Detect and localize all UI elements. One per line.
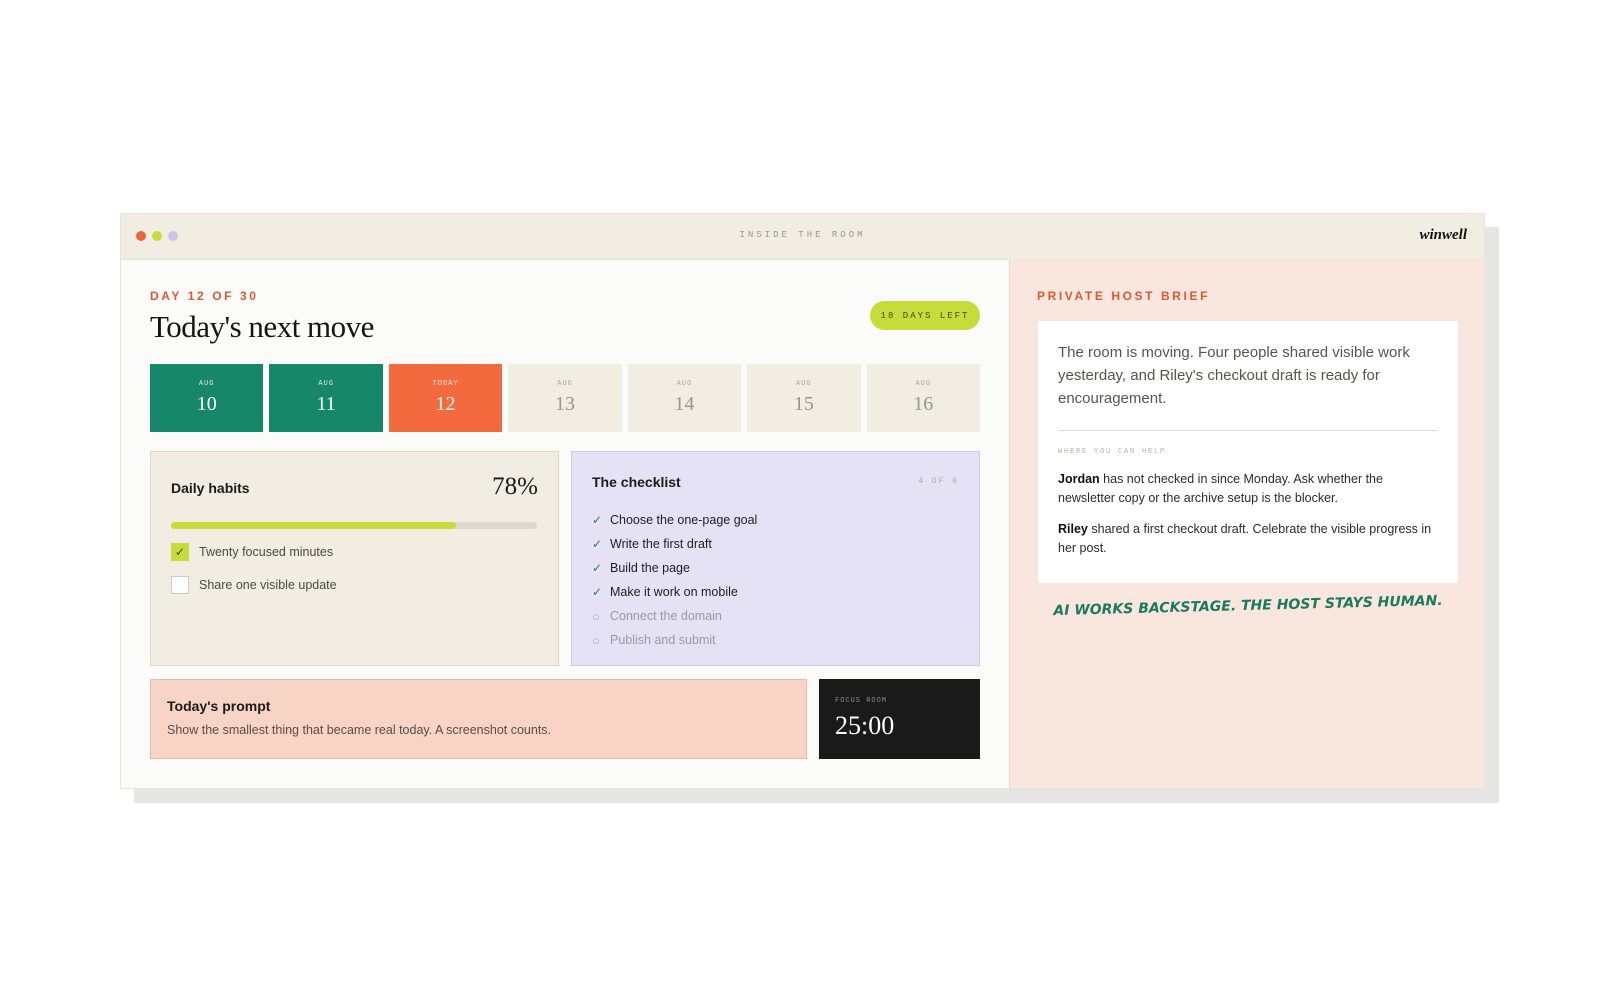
- habit-checkbox[interactable]: ✓: [171, 543, 189, 561]
- habits-progress-fill: [171, 522, 457, 529]
- host-brief-heading: PRIVATE HOST BRIEF: [1037, 289, 1211, 303]
- day-tile-15[interactable]: AUG 15: [747, 364, 861, 432]
- timer-label: FOCUS ROOM: [835, 697, 888, 705]
- help-note-jordan: Jordan has not checked in since Monday. …: [1058, 470, 1443, 508]
- checklist-item[interactable]: ✓ Make it work on mobile: [592, 580, 757, 604]
- brief-summary: The room is moving. Four people shared v…: [1058, 344, 1410, 407]
- checklist-title: The checklist: [592, 474, 681, 490]
- checklist-item-label: Make it work on mobile: [610, 585, 738, 599]
- empty-circle-icon: ○: [592, 632, 600, 648]
- checklist-item-label: Connect the domain: [610, 609, 722, 623]
- member-name: Riley: [1058, 522, 1088, 536]
- check-icon: ✓: [592, 537, 603, 551]
- habit-item[interactable]: Share one visible update: [171, 576, 337, 594]
- day-tile-12[interactable]: TODAY 12: [388, 364, 503, 432]
- timer-value: 25:00: [835, 711, 895, 740]
- tagline: AI WORKS BACKSTAGE. THE HOST STAYS HUMAN…: [1053, 592, 1443, 620]
- habit-checkbox[interactable]: [171, 576, 189, 594]
- day-month: AUG: [676, 380, 693, 388]
- checklist-items: ✓ Choose the one-page goal ✓ Write the firs…: [592, 508, 757, 652]
- day-number: 13: [554, 393, 575, 415]
- day-number: 15: [793, 393, 814, 415]
- checklist-item-label: Build the page: [610, 561, 690, 575]
- prompt-title: Today's prompt: [167, 698, 271, 714]
- habits-title: Daily habits: [171, 480, 250, 496]
- habit-label: Twenty focused minutes: [199, 545, 334, 559]
- window-title: INSIDE THE ROOM: [739, 230, 866, 240]
- habits-progress-bar: [171, 522, 537, 529]
- day-number: 14: [674, 393, 695, 415]
- checklist-item-label: Publish and submit: [610, 633, 716, 647]
- day-tile-10[interactable]: AUG 10: [150, 364, 264, 432]
- checklist-item[interactable]: ○ Connect the domain: [592, 604, 757, 628]
- day-month: AUG: [198, 380, 215, 388]
- check-icon: ✓: [592, 513, 603, 527]
- prompt-text: Show the smallest thing that became real…: [167, 723, 552, 737]
- note-text: has not checked in since Monday. Ask whe…: [1058, 472, 1383, 505]
- member-name: Jordan: [1058, 472, 1100, 486]
- host-brief-panel: PRIVATE HOST BRIEF The room is moving. F…: [1009, 259, 1484, 788]
- checklist-item[interactable]: ✓ Build the page: [592, 556, 757, 580]
- check-icon: ✓: [592, 561, 603, 575]
- help-label: WHERE YOU CAN HELP: [1058, 448, 1167, 456]
- day-month: AUG: [318, 380, 334, 388]
- check-icon: ✓: [592, 585, 603, 599]
- brand-logo: winwell: [1419, 227, 1467, 243]
- day-month: TODAY: [432, 380, 459, 388]
- day-tile-16[interactable]: AUG 16: [866, 364, 980, 432]
- empty-circle-icon: ○: [592, 608, 600, 624]
- day-number: 16: [913, 393, 934, 415]
- checklist-item[interactable]: ✓ Choose the one-page goal: [592, 508, 757, 532]
- days-left-badge: 18 DAYS LEFT: [870, 301, 980, 330]
- page-title: Today's next move: [150, 309, 374, 344]
- day-tile-11[interactable]: AUG 11: [269, 364, 383, 432]
- day-number: 12: [435, 393, 456, 415]
- divider: [1058, 430, 1438, 431]
- checklist-card: The checklist 4 OF 6 ✓ Choose the one-pag…: [571, 451, 980, 666]
- day-tile-14[interactable]: AUG 14: [627, 364, 742, 432]
- checklist-item-label: Choose the one-page goal: [610, 513, 758, 527]
- note-text: shared a first checkout draft. Celebrate…: [1058, 522, 1432, 555]
- checklist-item[interactable]: ✓ Write the first draft: [592, 532, 757, 556]
- day-number: 11: [316, 393, 336, 415]
- habit-label: Share one visible update: [199, 578, 337, 592]
- checklist-count: 4 OF 6: [918, 477, 959, 486]
- daily-habits-card: Daily habits 78% ✓ Twenty focused minute…: [150, 451, 559, 666]
- main-panel: DAY 12 OF 30 Today's next move 18 DAYS L…: [121, 259, 1009, 788]
- day-month: AUG: [557, 380, 573, 388]
- day-strip: AUG 10 AUG 11 TODAY 12 AUG 13 AUG 14 AUG 15 AUG 16: [150, 364, 980, 432]
- day-number: 10: [196, 393, 217, 415]
- focus-room-timer[interactable]: FOCUS ROOM 25:00: [819, 679, 980, 759]
- checklist-item-label: Write the first draft: [610, 537, 712, 551]
- app-window: INSIDE THE ROOM winwell DAY 12 OF 30 Tod…: [120, 213, 1485, 789]
- habit-item[interactable]: ✓ Twenty focused minutes: [171, 543, 333, 561]
- checklist-item[interactable]: ○ Publish and submit: [592, 628, 757, 652]
- day-month: AUG: [796, 380, 812, 388]
- help-note-riley: Riley shared a first checkout draft. Cel…: [1058, 520, 1443, 558]
- todays-prompt-card: Today's prompt Show the smallest thing t…: [150, 679, 807, 759]
- day-month: AUG: [915, 380, 932, 388]
- host-brief-card: The room is moving. Four people shared v…: [1038, 321, 1458, 583]
- title-bar: INSIDE THE ROOM winwell: [121, 214, 1484, 260]
- day-counter: DAY 12 OF 30: [150, 289, 259, 303]
- day-tile-13[interactable]: AUG 13: [508, 364, 622, 432]
- habits-percent: 78%: [492, 473, 538, 500]
